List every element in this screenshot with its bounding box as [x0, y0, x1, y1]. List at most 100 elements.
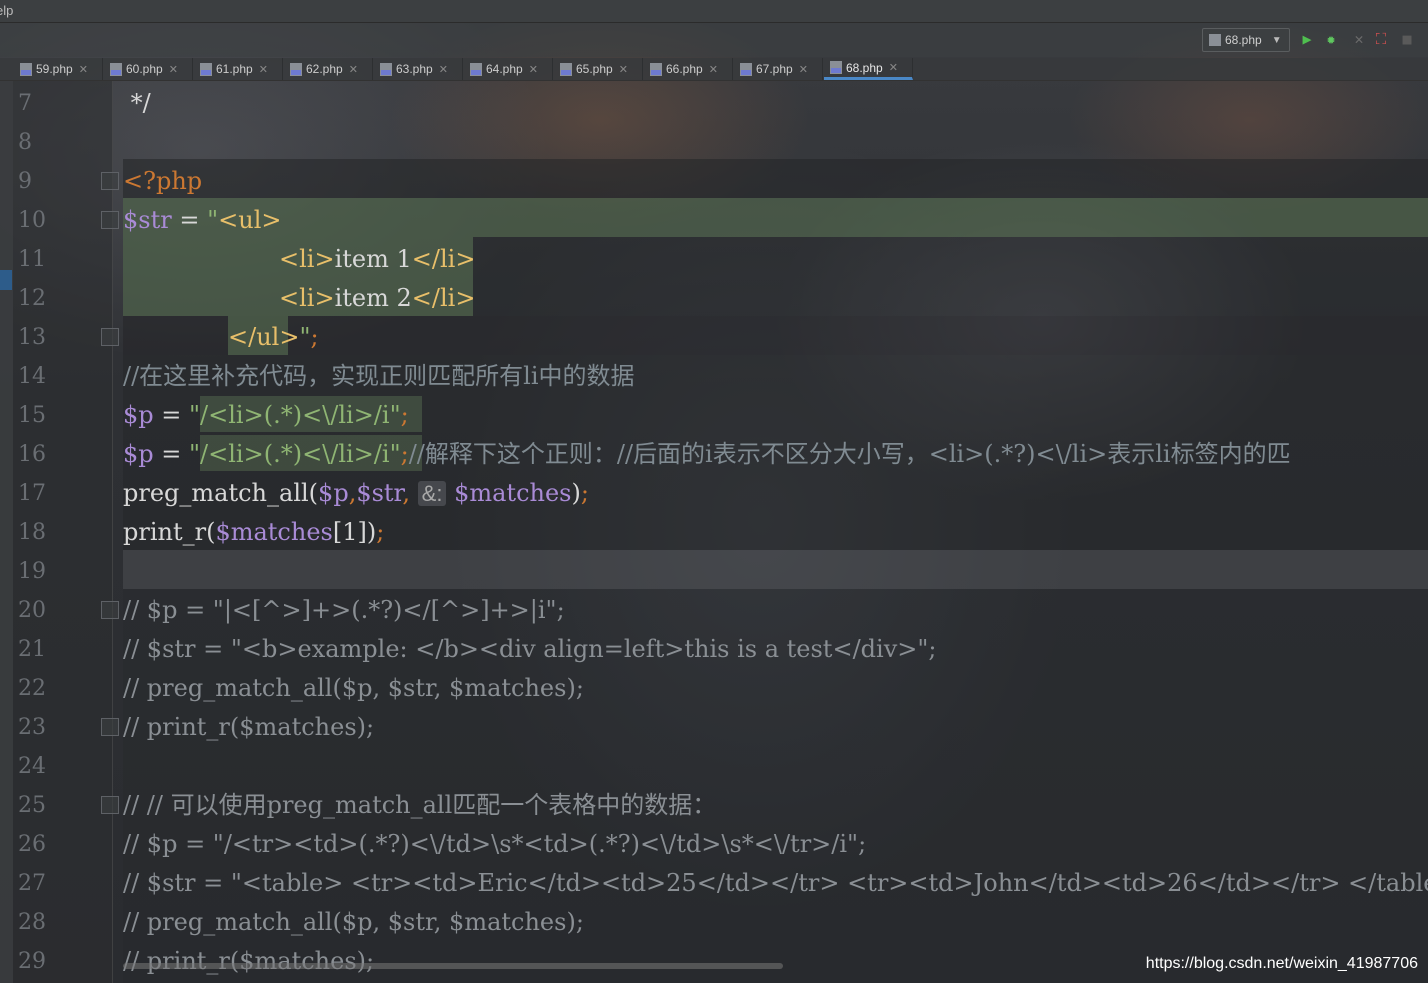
- tab-63-php[interactable]: 63.php ✕: [374, 58, 463, 80]
- code-line-25[interactable]: // // 可以使用preg_match_all匹配一个表格中的数据：: [123, 786, 716, 825]
- comment: // print_r($matches);: [123, 713, 375, 741]
- code-line-16[interactable]: $p = "/<li>(.*)<\/li>/i";//解释下这个正则：//后面的…: [123, 435, 1291, 474]
- line-number: 29: [18, 949, 46, 974]
- fold-marker[interactable]: [101, 796, 119, 814]
- html-tag: <ul>: [218, 206, 282, 234]
- close-icon[interactable]: ✕: [169, 63, 178, 76]
- line-number: 19: [18, 559, 46, 584]
- fold-marker[interactable]: [101, 211, 119, 229]
- line-number: 18: [18, 520, 46, 545]
- coverage-icon[interactable]: ⛶: [1372, 30, 1390, 48]
- fold-marker[interactable]: [101, 328, 119, 346]
- line-number: 15: [18, 403, 46, 428]
- close-icon[interactable]: ✕: [889, 61, 898, 74]
- php-file-icon: [650, 62, 662, 76]
- code-line-23[interactable]: // print_r($matches);: [123, 708, 374, 747]
- paren: ): [571, 479, 581, 507]
- line-number: 25: [18, 793, 46, 818]
- tab-68-php[interactable]: 68.php ✕: [824, 58, 913, 80]
- code-line-29[interactable]: // print_r($matches);: [123, 942, 374, 981]
- code-line-28[interactable]: // preg_match_all($p, $str, $matches);: [123, 903, 584, 942]
- line-number: 22: [18, 676, 46, 701]
- php-file-icon: [470, 62, 482, 76]
- tab-label: 61.php: [216, 62, 253, 76]
- operator: =: [153, 401, 190, 429]
- tab-61-php[interactable]: 61.php ✕: [194, 58, 283, 80]
- fold-marker[interactable]: [101, 172, 119, 190]
- code-line-18[interactable]: print_r($matches[1]);: [123, 513, 384, 552]
- close-icon[interactable]: ✕: [619, 63, 628, 76]
- code-line-12[interactable]: <li>item 2</li>: [279, 279, 475, 318]
- line-number: 9: [18, 169, 32, 194]
- code-line-13[interactable]: </ul>";: [228, 318, 319, 357]
- menu-help[interactable]: elp: [0, 3, 13, 18]
- semicolon: ;: [400, 401, 409, 429]
- run-config-label: 68.php: [1225, 33, 1262, 47]
- gutter-edge: [0, 81, 13, 983]
- line-number: 26: [18, 832, 46, 857]
- line-number: 16: [18, 442, 46, 467]
- run-config-dropdown[interactable]: 68.php ▼: [1202, 28, 1290, 52]
- comment: // preg_match_all($p, $str, $matches);: [123, 908, 584, 936]
- close-icon[interactable]: ✕: [529, 63, 538, 76]
- code-line-27[interactable]: // $str = "<table> <tr><td>Eric</td><td>…: [123, 864, 1428, 903]
- close-icon[interactable]: ✕: [259, 63, 268, 76]
- line-number: 24: [18, 754, 46, 779]
- code-line-26[interactable]: // $p = "/<tr><td>(.*?)<\/td>\s*<td>(.*?…: [123, 825, 866, 864]
- code-line-20[interactable]: // $p = "|<[^>]+>(.*?)</[^>]+>|i";: [123, 591, 565, 630]
- fold-marker[interactable]: [101, 718, 119, 736]
- stop-square-icon[interactable]: ■: [1398, 30, 1416, 48]
- menu-bar: elp: [0, 0, 1428, 23]
- close-icon[interactable]: ✕: [349, 63, 358, 76]
- code-line-21[interactable]: // $str = "<b>example: </b><div align=le…: [123, 630, 936, 669]
- line-number: 8: [18, 130, 32, 155]
- tab-label: 66.php: [666, 62, 703, 76]
- php-file-icon: [110, 62, 122, 76]
- horizontal-scrollbar[interactable]: [123, 963, 783, 969]
- php-file-icon: [200, 62, 212, 76]
- comment: // print_r($matches);: [123, 947, 375, 975]
- php-file-icon: [290, 62, 302, 76]
- code-line-14[interactable]: //在这里补充代码，实现正则匹配所有li中的数据: [123, 357, 635, 396]
- run-icon[interactable]: ▶: [1298, 30, 1316, 48]
- html-tag: <li>: [279, 284, 335, 312]
- tab-66-php[interactable]: 66.php ✕: [644, 58, 733, 80]
- code-line-15[interactable]: $p = "/<li>(.*)<\/li>/i";: [123, 396, 409, 435]
- stop-icon[interactable]: ✕: [1350, 30, 1368, 48]
- comma: ,: [402, 479, 418, 507]
- string-highlight: [123, 198, 1428, 237]
- close-icon[interactable]: ✕: [439, 63, 448, 76]
- variable: $matches: [446, 479, 572, 507]
- line-number: 27: [18, 871, 46, 896]
- code-line-22[interactable]: // preg_match_all($p, $str, $matches);: [123, 669, 584, 708]
- regex-string: "/<li>(.*)<\/li>/i": [189, 440, 401, 468]
- html-tag: </li>: [411, 284, 476, 312]
- tab-label: 67.php: [756, 62, 793, 76]
- tab-65-php[interactable]: 65.php ✕: [554, 58, 643, 80]
- tab-62-php[interactable]: 62.php ✕: [284, 58, 373, 80]
- chevron-down-icon: ▼: [1271, 34, 1282, 46]
- code-line-9[interactable]: <?php: [123, 162, 202, 201]
- tab-59-php[interactable]: 59.php ✕: [14, 58, 103, 80]
- variable: $str: [356, 479, 403, 507]
- fold-marker[interactable]: [101, 601, 119, 619]
- close-icon[interactable]: ✕: [79, 63, 88, 76]
- tab-67-php[interactable]: 67.php ✕: [734, 58, 823, 80]
- code-line-17[interactable]: preg_match_all($p,$str, &: $matches);: [123, 474, 589, 513]
- tab-64-php[interactable]: 64.php ✕: [464, 58, 553, 80]
- semicolon: ;: [580, 479, 589, 507]
- tab-60-php[interactable]: 60.php ✕: [104, 58, 193, 80]
- close-icon[interactable]: ✕: [799, 63, 808, 76]
- close-icon[interactable]: ✕: [709, 63, 718, 76]
- php-file-icon: [740, 62, 752, 76]
- line-number: 21: [18, 637, 46, 662]
- code-line-7[interactable]: */: [123, 84, 151, 123]
- comment: // $str = "<b>example: </b><div align=le…: [123, 635, 937, 663]
- code-line-11[interactable]: <li>item 1</li>: [279, 240, 475, 279]
- debug-icon[interactable]: ✹: [1322, 30, 1340, 48]
- html-tag: </li>: [411, 245, 476, 273]
- html-tag: <li>: [279, 245, 335, 273]
- comment: //在这里补充代码，实现正则匹配所有li中的数据: [123, 362, 635, 390]
- code-line-10[interactable]: $str = "<ul>: [123, 201, 281, 240]
- line-number: 11: [18, 247, 46, 272]
